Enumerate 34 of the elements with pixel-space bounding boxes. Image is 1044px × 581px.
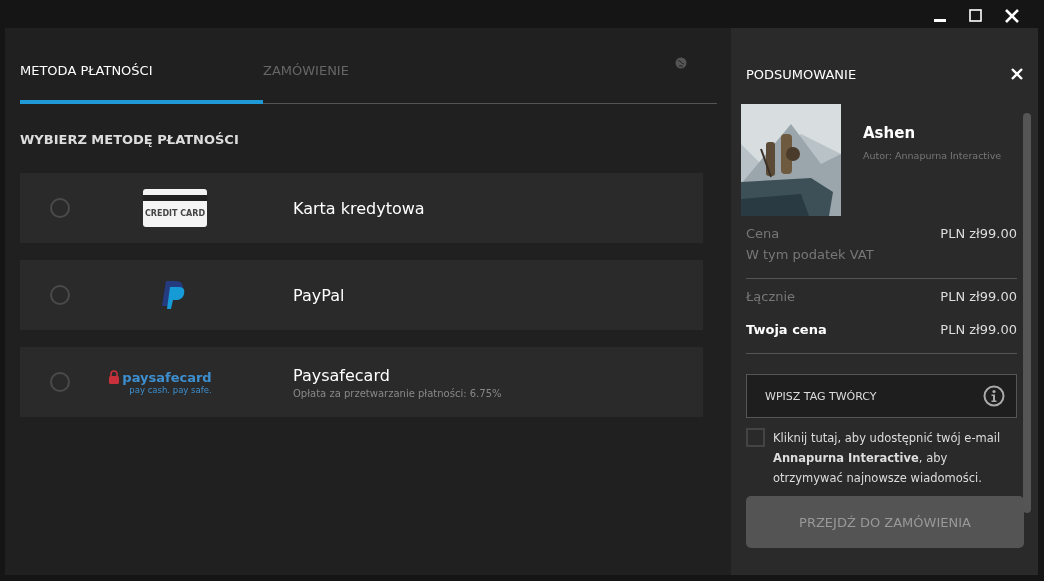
method-name: Karta kredytowa — [293, 198, 425, 218]
maximize-icon[interactable] — [968, 8, 984, 24]
tab[interactable]: METODA PŁATNOŚCI — [20, 28, 263, 104]
payment-option[interactable]: CREDIT CARD Karta kredytowa — [20, 173, 703, 243]
product-author: Autor: Annapurna Interactive — [863, 150, 1002, 161]
method-name: PayPal — [293, 285, 345, 305]
lock-icon — [108, 370, 121, 384]
creator-tag-field[interactable]: WPISZ TAG TWÓRCY — [746, 374, 1017, 418]
section-title: WYBIERZ METODĘ PŁATNOŚCI — [20, 132, 240, 147]
your-price-value: PLN zł99.00 — [940, 322, 1017, 337]
method-name: Paysafecard — [293, 365, 391, 385]
radio-button[interactable] — [50, 285, 70, 305]
method-note: Opłata za przetwarzanie płatności: 6.75% — [293, 387, 502, 399]
payment-option[interactable]: paysafecard pay cash. pay safe. Paysafecard Opłata za przetwarzanie płatności: 6.75% — [20, 347, 703, 417]
checkbox[interactable] — [746, 428, 765, 447]
vat-note: W tym podatek VAT — [746, 247, 875, 262]
paysafecard-logo: paysafecard pay cash. pay safe. — [108, 369, 212, 395]
globe-icon[interactable] — [675, 56, 687, 69]
radio-button[interactable] — [50, 372, 70, 392]
radio-button[interactable] — [50, 198, 70, 218]
close-icon[interactable] — [1004, 8, 1020, 24]
product-title: Ashen — [863, 124, 917, 142]
summary-title: PODSUMOWANIE — [746, 66, 857, 82]
consent-text: Kliknij tutaj, aby udostępnić twój e-mail Annapurna Interactive, aby otrzymywać najnowsze wiadomości. — [773, 430, 1002, 487]
close-icon[interactable] — [1010, 67, 1024, 81]
your-price-label: Twoja cena — [746, 322, 827, 337]
price-label: Cena — [746, 226, 780, 241]
price-value: PLN zł99.00 — [940, 226, 1017, 241]
credit-card-logo: CREDIT CARD — [143, 189, 207, 227]
total-value: PLN zł99.00 — [940, 289, 1017, 304]
total-label: Łącznie — [746, 289, 796, 304]
payment-option[interactable]: PayPal — [20, 260, 703, 330]
scrollbar[interactable] — [1023, 113, 1031, 513]
info-icon[interactable] — [983, 385, 1005, 407]
